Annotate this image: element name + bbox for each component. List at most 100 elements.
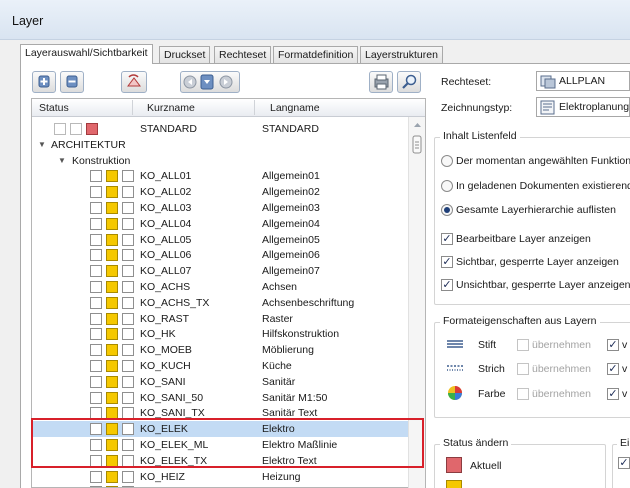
status-locked-box[interactable] bbox=[90, 296, 102, 309]
status-locked-box[interactable] bbox=[54, 123, 66, 135]
status-editable-box[interactable] bbox=[106, 391, 118, 404]
status-editable-box[interactable] bbox=[106, 344, 118, 357]
status-visible-box[interactable] bbox=[122, 233, 134, 246]
print-button[interactable] bbox=[369, 71, 393, 93]
status-visible-box[interactable] bbox=[122, 281, 134, 293]
tab-formatdefinition[interactable]: Formatdefinition bbox=[273, 46, 359, 63]
status-visible-box[interactable] bbox=[122, 265, 134, 278]
remove-layer-button[interactable] bbox=[60, 71, 84, 93]
refresh-button[interactable] bbox=[121, 71, 147, 93]
radio-full-hierarchy[interactable] bbox=[441, 204, 453, 216]
zeichnungstyp-select[interactable]: Elektroplanung bbox=[536, 97, 630, 117]
farbe-v-check[interactable]: ✓ bbox=[607, 388, 619, 400]
status-editable-box[interactable] bbox=[106, 186, 118, 199]
search-button[interactable] bbox=[397, 71, 421, 93]
status-locked-box[interactable] bbox=[90, 202, 102, 214]
status-editable-button[interactable] bbox=[446, 480, 462, 488]
radio-current-function[interactable] bbox=[441, 155, 453, 167]
status-visible-box[interactable] bbox=[122, 360, 134, 372]
tab-layerauswahl[interactable]: Layerauswahl/Sichtbarkeit bbox=[20, 44, 153, 64]
layer-row[interactable]: KO_ACHS_TX Achsenbeschriftung bbox=[32, 295, 408, 311]
status-editable-box[interactable] bbox=[106, 217, 118, 230]
tree-node-group2[interactable]: ▼ Konstruktion bbox=[32, 153, 408, 169]
tree-node-group1[interactable]: ▼ ARCHITEKTUR bbox=[32, 137, 408, 153]
status-visible-box[interactable] bbox=[122, 202, 134, 214]
status-locked-box[interactable] bbox=[90, 186, 102, 199]
status-visible-box[interactable] bbox=[86, 123, 98, 135]
layer-row[interactable]: KO_ALL04 Allgemein04 bbox=[32, 216, 408, 232]
status-visible-box[interactable] bbox=[122, 217, 134, 230]
status-editable-box[interactable] bbox=[106, 281, 118, 293]
farbe-uebernehmen-check[interactable] bbox=[517, 388, 529, 400]
layer-row[interactable]: KO_ALL06 Allgemein06 bbox=[32, 247, 408, 263]
status-visible-box[interactable] bbox=[122, 375, 134, 388]
status-editable-box[interactable] bbox=[106, 170, 118, 183]
status-current-label[interactable]: Aktuell bbox=[470, 460, 502, 472]
layer-row[interactable]: KO_ALL02 Allgemein02 bbox=[32, 184, 408, 200]
check-editable-layers[interactable]: ✓ bbox=[441, 233, 453, 245]
check-visible-locked-layers[interactable]: ✓ bbox=[441, 256, 453, 268]
layer-row[interactable]: KO_MOEB Möblierung bbox=[32, 342, 408, 358]
tab-druckset[interactable]: Druckset bbox=[159, 46, 211, 63]
status-editable-box[interactable] bbox=[106, 202, 118, 214]
status-editable-box[interactable] bbox=[106, 265, 118, 278]
status-locked-box[interactable] bbox=[90, 344, 102, 357]
radio-loaded-documents-label[interactable]: In geladenen Dokumenten existierend bbox=[456, 180, 630, 192]
layer-row[interactable]: KO_KUCH Küche bbox=[32, 358, 408, 374]
status-editable-box[interactable] bbox=[106, 360, 118, 372]
status-visible-box[interactable] bbox=[122, 344, 134, 357]
tab-layerstrukturen[interactable]: Layerstrukturen bbox=[360, 46, 443, 63]
status-editable-box[interactable] bbox=[106, 328, 118, 341]
layer-row[interactable]: KO_ALL01 Allgemein01 bbox=[32, 168, 408, 184]
status-locked-box[interactable] bbox=[90, 265, 102, 278]
column-status[interactable]: Status bbox=[39, 102, 69, 114]
layer-row[interactable]: KO_ALL03 Allgemein03 bbox=[32, 200, 408, 216]
status-visible-box[interactable] bbox=[122, 249, 134, 262]
status-visible-box[interactable] bbox=[122, 296, 134, 309]
status-editable-box[interactable] bbox=[106, 470, 118, 483]
status-locked-box[interactable] bbox=[90, 281, 102, 293]
status-locked-box[interactable] bbox=[90, 312, 102, 325]
layer-row[interactable]: KO_SANI Sanitär bbox=[32, 374, 408, 390]
status-editable-box[interactable] bbox=[106, 249, 118, 262]
status-visible-box[interactable] bbox=[122, 312, 134, 325]
layer-row[interactable]: KO_ACHS Achsen bbox=[32, 279, 408, 295]
tree-node-root[interactable]: STANDARD STANDARD bbox=[32, 121, 408, 137]
navigation-button-group[interactable] bbox=[180, 71, 240, 93]
status-editable-box[interactable] bbox=[106, 312, 118, 325]
status-visible-box[interactable] bbox=[122, 186, 134, 199]
status-visible-box[interactable] bbox=[122, 391, 134, 404]
status-locked-box[interactable] bbox=[90, 170, 102, 183]
status-locked-box[interactable] bbox=[90, 249, 102, 262]
check-invisible-locked-layers[interactable]: ✓ bbox=[441, 279, 453, 291]
add-layer-button[interactable] bbox=[32, 71, 56, 93]
status-current-button[interactable] bbox=[446, 457, 462, 473]
status-locked-box[interactable] bbox=[90, 233, 102, 246]
layer-row[interactable]: KO_KLIMK bbox=[32, 484, 408, 487]
status-visible-box[interactable] bbox=[122, 470, 134, 483]
status-editable-box[interactable] bbox=[106, 296, 118, 309]
check-editable-layers-label[interactable]: Bearbeitbare Layer anzeigen bbox=[456, 233, 591, 245]
scrollbar-thumb[interactable] bbox=[409, 117, 426, 177]
layer-row[interactable]: KO_HK Hilfskonstruktion bbox=[32, 326, 408, 342]
layer-row[interactable]: KO_ALL07 Allgemein07 bbox=[32, 263, 408, 279]
rechteset-select[interactable]: ALLPLAN bbox=[536, 71, 630, 91]
radio-loaded-documents[interactable] bbox=[441, 180, 453, 192]
status-editable-box[interactable] bbox=[106, 375, 118, 388]
layer-row[interactable]: KO_RAST Raster bbox=[32, 311, 408, 327]
status-locked-box[interactable] bbox=[90, 470, 102, 483]
stift-uebernehmen-check[interactable] bbox=[517, 339, 529, 351]
status-locked-box[interactable] bbox=[90, 375, 102, 388]
eigenschaften-check[interactable]: ✓ bbox=[618, 457, 630, 469]
column-kurzname[interactable]: Kurzname bbox=[147, 102, 195, 114]
radio-current-function-label[interactable]: Der momentan angewählten Funktion bbox=[456, 155, 630, 167]
status-locked-box[interactable] bbox=[90, 391, 102, 404]
status-editable-box[interactable] bbox=[70, 123, 82, 135]
check-visible-locked-layers-label[interactable]: Sichtbar, gesperrte Layer anzeigen bbox=[456, 256, 619, 268]
status-locked-box[interactable] bbox=[90, 360, 102, 372]
radio-full-hierarchy-label[interactable]: Gesamte Layerhierarchie auflisten bbox=[456, 204, 616, 216]
status-visible-box[interactable] bbox=[122, 170, 134, 183]
check-invisible-locked-layers-label[interactable]: Unsichtbar, gesperrte Layer anzeigen bbox=[456, 279, 630, 291]
column-langname[interactable]: Langname bbox=[270, 102, 320, 114]
layer-row[interactable]: KO_ALL05 Allgemein05 bbox=[32, 232, 408, 248]
